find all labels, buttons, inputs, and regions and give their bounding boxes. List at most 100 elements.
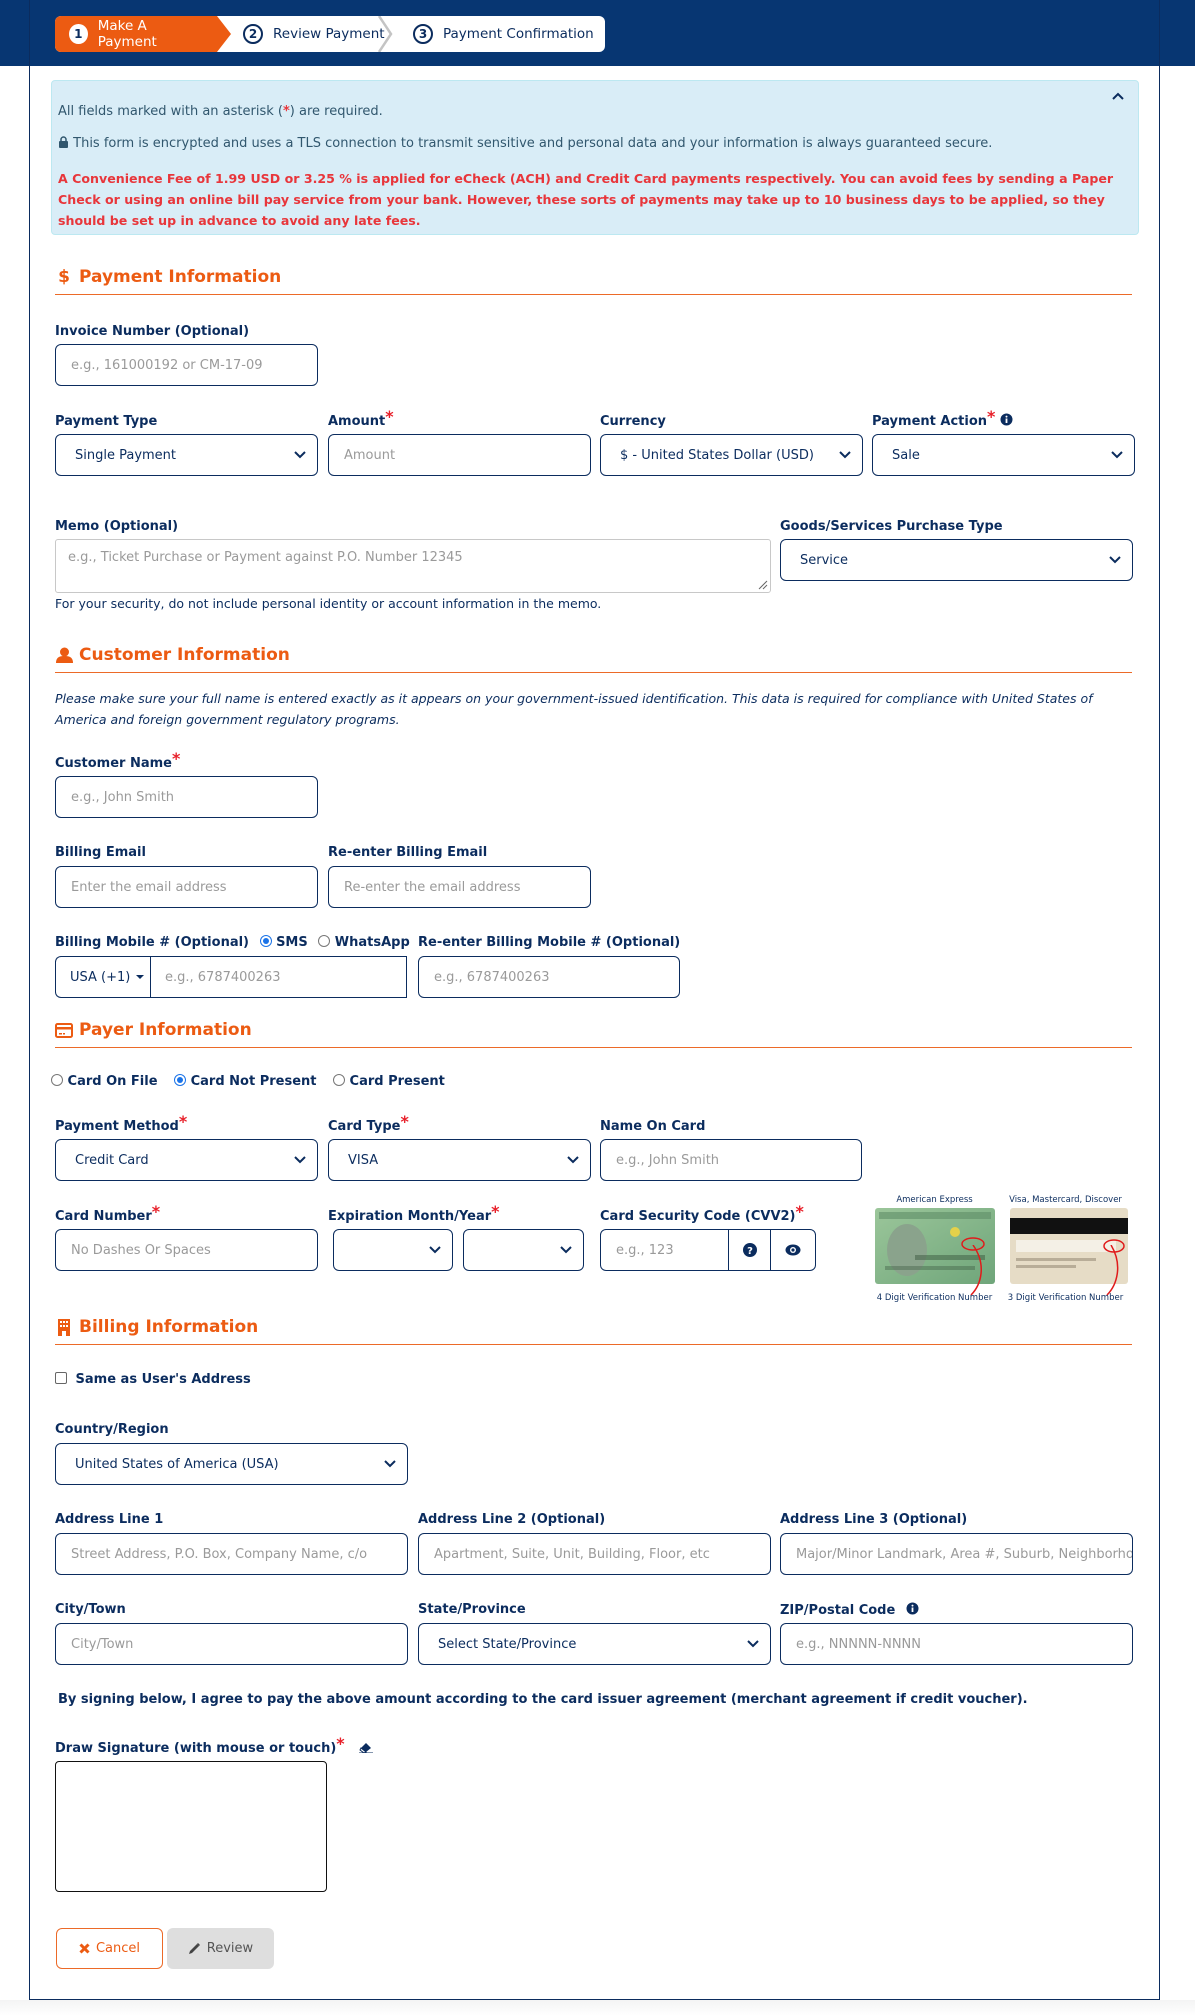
country-label: Country/Region	[55, 1422, 169, 1437]
required-asterisk: *	[336, 1734, 345, 1753]
security-note: This form is encrypted and uses a TLS co…	[58, 136, 992, 151]
zip-input[interactable]: e.g., NNNNN-NNNN	[780, 1623, 1133, 1665]
customer-name-label-text: Customer Name	[55, 756, 172, 771]
billing-mobile-input[interactable]: e.g., 6787400263	[150, 956, 407, 998]
expiration-month-select[interactable]	[333, 1229, 453, 1271]
customer-name-notice: Please make sure your full name is enter…	[55, 691, 1093, 727]
card-on-file-radio[interactable]	[51, 1074, 63, 1086]
card-not-present-radio[interactable]	[174, 1074, 187, 1086]
info-circle-icon[interactable]	[906, 1602, 919, 1618]
city-input[interactable]: City/Town	[55, 1623, 408, 1665]
chevron-down-icon	[294, 1156, 306, 1164]
billing-email-confirm-label: Re-enter Billing Email	[328, 845, 488, 860]
expiration-year-select[interactable]	[463, 1229, 584, 1271]
name-on-card-label: Name On Card	[600, 1119, 706, 1134]
card-not-present-label[interactable]: Card Not Present	[191, 1074, 317, 1089]
signature-label: Draw Signature (with mouse or touch)*	[55, 1734, 374, 1756]
review-label: Review	[206, 1941, 254, 1956]
required-asterisk: *	[491, 1202, 500, 1221]
cvv-help-button[interactable]: ?	[728, 1229, 772, 1271]
security-text: This form is encrypted and uses a TLS co…	[73, 136, 993, 151]
billing-mobile-label-text: Billing Mobile # (Optional)	[55, 935, 249, 950]
step-label: Payment Confirmation	[443, 26, 594, 42]
collapse-chevron-up-icon[interactable]	[1108, 87, 1128, 107]
visa-title: Visa, Mastercard, Discover	[1009, 1195, 1122, 1205]
purchase-type-select[interactable]: Service	[780, 539, 1133, 581]
address1-label: Address Line 1	[55, 1512, 164, 1527]
payment-action-label-text: Payment Action	[872, 414, 988, 429]
required-asterisk: *	[178, 1112, 188, 1131]
card-present-label[interactable]: Card Present	[350, 1074, 445, 1089]
section-payment-information: $ Payment Information	[55, 265, 1132, 295]
sms-radio-label[interactable]: SMS	[276, 935, 308, 950]
step-make-payment: 1 Make A Payment	[55, 16, 231, 52]
country-select[interactable]: United States of America (USA)	[55, 1443, 408, 1485]
country-value: United States of America (USA)	[75, 1456, 279, 1472]
payment-action-select[interactable]: Sale	[872, 434, 1135, 476]
state-select[interactable]: Select State/Province	[418, 1623, 771, 1665]
convenience-fee-notice: A Convenience Fee of 1.99 USD or 3.25 % …	[58, 171, 1114, 228]
card-number-input[interactable]: No Dashes Or Spaces	[55, 1229, 318, 1271]
required-asterisk: *	[795, 1202, 804, 1221]
billing-mobile-confirm-label: Re-enter Billing Mobile # (Optional)	[418, 935, 681, 950]
required-asterisk: *	[987, 407, 996, 426]
same-as-user-label[interactable]: Same as User's Address	[76, 1372, 251, 1387]
currency-select[interactable]: $ - United States Dollar (USD)	[600, 434, 863, 476]
address3-label: Address Line 3 (Optional)	[780, 1512, 968, 1527]
sms-radio[interactable]	[259, 935, 272, 947]
country-code-value: USA (+1)	[70, 969, 131, 985]
invoice-number-input[interactable]: e.g., 161000192 or CM-17-09	[55, 344, 318, 386]
address2-label: Address Line 2 (Optional)	[418, 1512, 606, 1527]
progress-stepper: 1 Make A Payment 2 Review Payment 3 Paym…	[55, 16, 605, 52]
memo-placeholder: e.g., Ticket Purchase or Payment against…	[68, 550, 463, 565]
currency-value: $ - United States Dollar (USD)	[620, 447, 814, 463]
billing-email-confirm-input[interactable]: Re-enter the email address	[328, 866, 591, 908]
resize-handle-icon[interactable]	[758, 580, 768, 590]
whatsapp-radio-label[interactable]: WhatsApp	[335, 935, 410, 950]
visa-caption: 3 Digit Verification Number	[1007, 1293, 1124, 1303]
card-present-radio[interactable]	[333, 1074, 346, 1086]
card-type-label: Card Type*	[328, 1112, 409, 1134]
amex-caption: 4 Digit Verification Number	[876, 1293, 993, 1303]
address2-input[interactable]: Apartment, Suite, Unit, Building, Floor,…	[418, 1533, 771, 1575]
same-as-user-checkbox[interactable]	[55, 1372, 67, 1384]
required-note-text-end: ) are required.	[289, 104, 383, 119]
payment-type-value: Single Payment	[75, 447, 177, 463]
expiration-label-text: Expiration Month/Year	[328, 1209, 492, 1224]
billing-mobile-label: Billing Mobile # (Optional) SMS WhatsApp	[55, 935, 410, 950]
cvv-input[interactable]: e.g., 123	[600, 1229, 730, 1271]
address3-input[interactable]: Major/Minor Landmark, Area #, Suburb, Ne…	[780, 1533, 1133, 1575]
invoice-label: Invoice Number (Optional)	[55, 324, 250, 339]
section-billing-information: Billing Information	[55, 1315, 1132, 1345]
asterisk: *	[282, 104, 290, 119]
required-asterisk: *	[151, 1202, 161, 1221]
country-code-dropdown[interactable]: USA (+1)	[55, 956, 151, 998]
chevron-down-icon	[294, 451, 306, 459]
name-on-card-input[interactable]: e.g., John Smith	[600, 1139, 862, 1181]
visa-cvv-example: Visa, Mastercard, Discover 3 Digit Verif…	[1003, 1195, 1128, 1305]
payment-method-label-text: Payment Method	[55, 1119, 179, 1134]
payment-method-select[interactable]: Credit Card	[55, 1139, 318, 1181]
currency-label: Currency	[600, 414, 666, 429]
cvv-show-button[interactable]	[770, 1229, 816, 1271]
info-circle-icon[interactable]	[1000, 413, 1013, 429]
memo-label: Memo (Optional)	[55, 519, 179, 534]
card-on-file-label[interactable]: Card On File	[68, 1074, 158, 1089]
review-button[interactable]: Review	[167, 1928, 274, 1969]
billing-mobile-confirm-input[interactable]: e.g., 6787400263	[418, 956, 680, 998]
cancel-button[interactable]: Cancel	[56, 1928, 163, 1969]
address1-input[interactable]: Street Address, P.O. Box, Company Name, …	[55, 1533, 408, 1575]
required-note: All fields marked with an asterisk (*) a…	[58, 104, 383, 119]
whatsapp-radio[interactable]	[318, 935, 331, 947]
card-type-select[interactable]: VISA	[328, 1139, 591, 1181]
memo-textarea[interactable]: e.g., Ticket Purchase or Payment against…	[55, 539, 771, 593]
cancel-label: Cancel	[95, 1941, 141, 1956]
payment-type-select[interactable]: Single Payment	[55, 434, 318, 476]
signature-pad[interactable]	[55, 1761, 327, 1892]
amount-input[interactable]: Amount	[328, 434, 591, 476]
billing-email-input[interactable]: Enter the email address	[55, 866, 318, 908]
customer-name-input[interactable]: e.g., John Smith	[55, 776, 318, 818]
zip-label: ZIP/Postal Code	[780, 1602, 919, 1618]
eraser-icon[interactable]	[359, 1741, 374, 1756]
step-number: 3	[413, 24, 433, 44]
